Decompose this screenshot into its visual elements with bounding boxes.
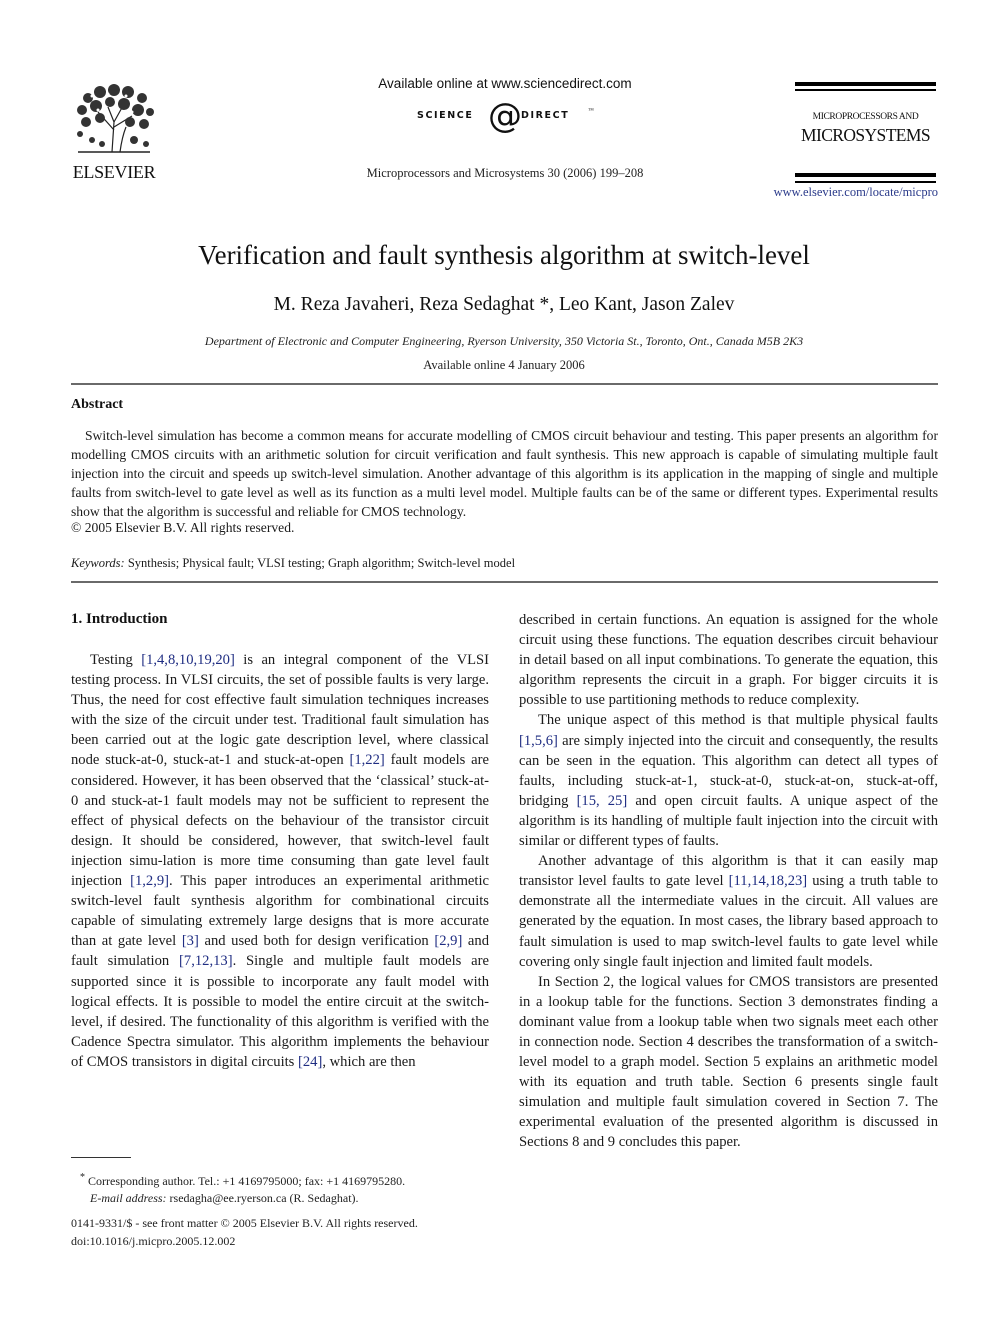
text-run: fault models are considered. However, it…	[71, 752, 489, 890]
footnote-divider	[71, 1157, 131, 1158]
abstract-heading: Abstract	[71, 397, 124, 412]
citation-link[interactable]: [1,4,8,10,19,20]	[141, 652, 235, 668]
paragraph: Another advantage of this algorithm is t…	[519, 851, 938, 972]
section-divider	[71, 383, 938, 385]
citation-link[interactable]: [2,9]	[434, 933, 462, 949]
citation-link[interactable]: [1,2,9]	[130, 873, 169, 889]
journal-logo-rule	[795, 89, 936, 91]
abstract-copyright: © 2005 Elsevier B.V. All rights reserved…	[71, 520, 295, 535]
text-run: . Single and multiple fault models are s…	[71, 953, 489, 1070]
section-heading-introduction: 1. Introduction	[71, 611, 168, 627]
trademark-mark: ™	[588, 108, 594, 114]
journal-logo-rule	[795, 82, 936, 86]
text-run: is an integral component of the VLSI tes…	[71, 652, 489, 769]
journal-name-large: MICROSYSTEMS	[801, 125, 931, 145]
paragraph: Testing [1,4,8,10,19,20] is an integral …	[71, 650, 489, 1072]
text-run: The unique aspect of this method is that…	[538, 712, 938, 729]
affiliation: Department of Electronic and Computer En…	[204, 334, 804, 348]
corresponding-author-footnote: * Corresponding author. Tel.: +1 41697950…	[80, 1169, 500, 1207]
text-run: and used both for design verification	[198, 933, 435, 950]
journal-citation: Microprocessors and Microsystems 30 (200…	[366, 166, 644, 180]
email-address-link[interactable]: rsedagha@ee.ryerson.ca (R. Sedaghat).	[170, 1191, 359, 1205]
available-online-date: Available online 4 January 2006	[423, 358, 585, 372]
citation-link[interactable]: [24]	[298, 1054, 322, 1070]
paragraph: The unique aspect of this method is that…	[519, 710, 938, 851]
doi-link[interactable]: doi:10.1016/j.micpro.2005.12.002	[71, 1232, 491, 1250]
citation-link[interactable]: [7,12,13]	[179, 953, 233, 969]
text-run: , which are then	[322, 1053, 416, 1070]
citation-link[interactable]: [3]	[182, 933, 199, 949]
paper-title: Verification and fault synthesis algorit…	[198, 240, 810, 270]
abstract-body: Switch-level simulation has become a com…	[71, 428, 938, 519]
email-label: E-mail address:	[90, 1191, 167, 1205]
journal-url-link[interactable]: www.elsevier.com/locate/micpro	[750, 185, 938, 200]
text-run: Testing	[90, 652, 142, 668]
keywords: Keywords: Synthesis; Physical fault; VLS…	[71, 556, 515, 571]
journal-logo-rule	[795, 181, 936, 183]
paragraph: described in certain functions. An equat…	[519, 612, 938, 709]
sciencedirect-logo-right: DIRECT	[521, 110, 570, 121]
footnote-marker: *	[80, 1172, 85, 1183]
journal-logo-rule	[795, 173, 936, 177]
footnote-contact: Corresponding author. Tel.: +1 416979500…	[88, 1174, 406, 1188]
citation-link[interactable]: [1,5,6]	[519, 733, 558, 749]
issn-line: 0141-9331/$ - see front matter © 2005 El…	[71, 1216, 418, 1230]
sciencedirect-logo[interactable]: SCIENCE @ DIRECT ™	[400, 96, 600, 136]
sciencedirect-logo-left: SCIENCE	[417, 110, 474, 121]
citation-link[interactable]: [1,22]	[349, 752, 384, 768]
journal-name-small: MICROPROCESSORS AND	[812, 112, 919, 122]
sciencedirect-at-icon: @	[488, 96, 522, 136]
journal-logo: MICROPROCESSORS AND MICROSYSTEMS	[795, 82, 936, 183]
section-divider	[71, 581, 938, 583]
citation-link[interactable]: [11,14,18,23]	[729, 873, 808, 889]
keywords-label: Keywords:	[71, 556, 125, 570]
keywords-list: Synthesis; Physical fault; VLSI testing;…	[127, 556, 516, 570]
sciencedirect-availability[interactable]: Available online at www.sciencedirect.co…	[340, 76, 670, 91]
citation-link[interactable]: [15, 25]	[577, 793, 628, 809]
left-column: Testing [1,4,8,10,19,20] is an integral …	[71, 650, 489, 1072]
author-list: M. Reza Javaheri, Reza Sedaghat *, Leo K…	[273, 294, 735, 315]
publisher-name: ELSEVIER	[72, 162, 156, 182]
right-column: described in certain functions. An equat…	[519, 610, 938, 1153]
front-matter: 0141-9331/$ - see front matter © 2005 El…	[71, 1214, 491, 1250]
paragraph: In Section 2, the logical values for CMO…	[519, 973, 938, 1151]
